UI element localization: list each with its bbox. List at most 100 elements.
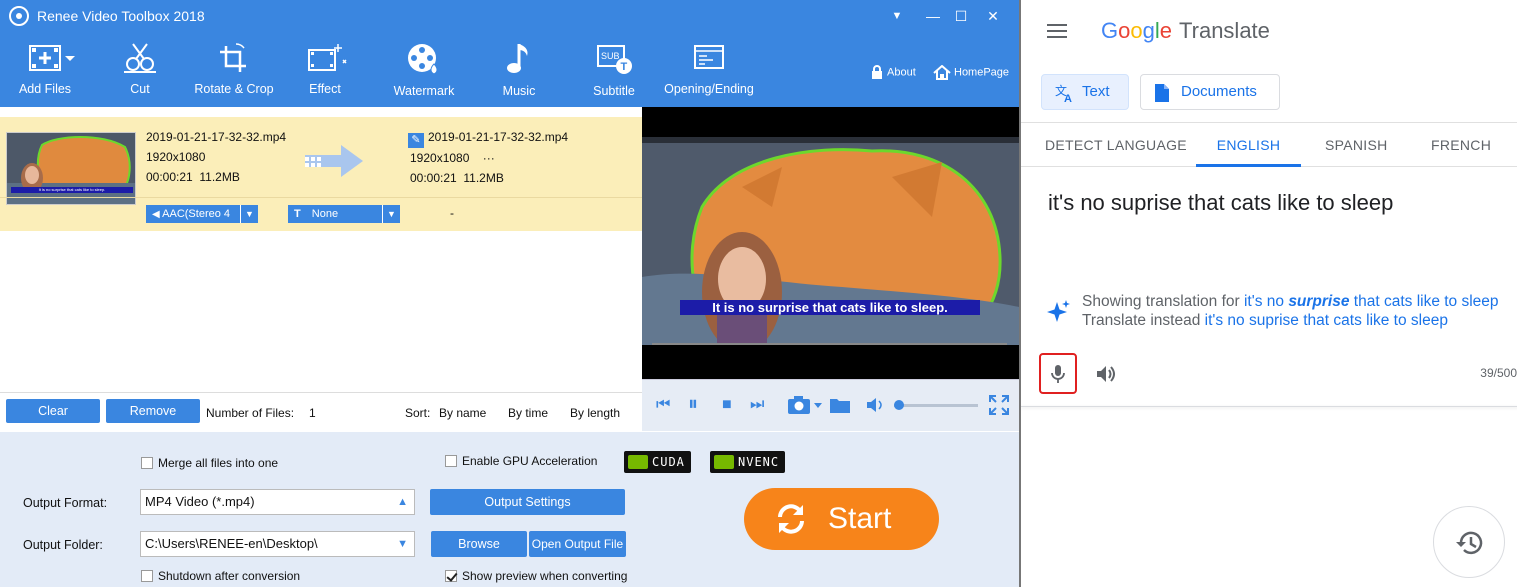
about-link[interactable]: About <box>870 65 916 80</box>
remove-button[interactable]: Remove <box>106 399 200 423</box>
homepage-label: HomePage <box>954 66 1010 79</box>
add-files-button[interactable]: Add Files <box>0 42 90 104</box>
history-icon <box>1456 531 1483 555</box>
homepage-link[interactable]: HomePage <box>933 64 1010 80</box>
minimize-button[interactable]: — <box>922 6 944 26</box>
wordmark-letter: o <box>1130 18 1143 43</box>
rotate-crop-button[interactable]: Rotate & Crop <box>189 42 279 104</box>
svg-text:A: A <box>1064 93 1072 103</box>
corrected-word: surprise <box>1288 293 1350 310</box>
volume-icon[interactable] <box>866 397 886 413</box>
output-settings-panel: Merge all files into one Enable GPU Acce… <box>0 432 1019 587</box>
file-list: It is no surprise that cats like to slee… <box>0 107 642 392</box>
stop-icon[interactable]: ■ <box>722 396 732 414</box>
original-text-link[interactable]: it's no suprise that cats like to sleep <box>1205 312 1448 329</box>
translate-instead-prefix: Translate instead <box>1082 312 1201 329</box>
volume-slider-handle[interactable] <box>894 400 904 410</box>
text-t-icon: T <box>294 208 301 220</box>
window-title: Renee Video Toolbox 2018 <box>37 8 205 24</box>
volume-slider[interactable] <box>894 400 978 410</box>
browse-button[interactable]: Browse <box>431 531 527 557</box>
merge-checkbox[interactable]: Merge all files into one <box>141 456 278 470</box>
sort-by-name[interactable]: By name <box>439 406 486 420</box>
folder-icon[interactable] <box>829 396 851 414</box>
output-resolution: 1920x1080 <box>410 151 470 165</box>
documents-mode-label: Documents <box>1181 83 1257 100</box>
microphone-button[interactable] <box>1039 353 1077 394</box>
close-button[interactable]: ✕ <box>982 6 1004 26</box>
history-button[interactable] <box>1433 506 1505 578</box>
about-label: About <box>887 66 916 79</box>
skip-forward-icon[interactable]: ⏭ <box>750 396 764 414</box>
chevron-down-icon: ▼ <box>382 205 400 223</box>
shutdown-label: Shutdown after conversion <box>158 569 301 583</box>
sort-label: Sort: <box>405 406 431 420</box>
tab-french[interactable]: FRENCH <box>1431 123 1491 167</box>
source-resolution: 1920x1080 <box>146 150 206 164</box>
skip-back-icon[interactable]: ⏮ <box>656 396 670 414</box>
tab-detect-language[interactable]: DETECT LANGUAGE <box>1045 123 1187 167</box>
nvidia-eye-icon <box>714 455 734 469</box>
output-format-select[interactable]: MP4 Video (*.mp4) ▲ <box>140 489 415 515</box>
opening-ending-button[interactable]: Opening/Ending <box>664 42 754 104</box>
source-duration: 00:00:21 <box>146 170 193 184</box>
translate-icon: 文 A <box>1055 83 1072 103</box>
checkbox-box <box>445 455 457 467</box>
tab-english[interactable]: ENGLISH <box>1196 123 1301 167</box>
output-settings-button[interactable]: Output Settings <box>430 489 625 515</box>
translate-instead-line: Translate instead it's no suprise that c… <box>1082 312 1448 330</box>
clear-button[interactable]: Clear <box>6 399 100 423</box>
effect-button[interactable]: Effect <box>280 42 370 104</box>
refresh-icon <box>778 504 804 534</box>
music-button[interactable]: Music <box>474 42 564 104</box>
text-mode-label: Text <box>1082 83 1110 100</box>
maximize-button[interactable]: ☐ <box>950 6 972 26</box>
cut-button[interactable]: Cut <box>95 42 185 104</box>
camera-icon[interactable] <box>787 395 823 415</box>
output-more-options[interactable]: ··· <box>483 151 495 165</box>
music-note-icon <box>507 44 528 73</box>
shutdown-checkbox[interactable]: Shutdown after conversion <box>141 569 300 583</box>
home-icon <box>933 64 951 80</box>
merge-label: Merge all files into one <box>158 456 279 470</box>
sort-by-length[interactable]: By length <box>570 406 620 420</box>
microphone-icon <box>1051 365 1065 383</box>
watermark-button[interactable]: Watermark <box>379 42 469 104</box>
start-label: Start <box>828 502 892 535</box>
list-controls: Clear Remove Number of Files: 1 Sort: By… <box>0 392 642 432</box>
sort-by-time[interactable]: By time <box>508 406 548 420</box>
preview-frame <box>642 107 1019 379</box>
google-translate-logo[interactable]: Google Translate <box>1101 18 1270 44</box>
source-text-input[interactable]: it's no suprise that cats like to sleep <box>1048 190 1393 216</box>
output-folder-select[interactable]: C:\Users\RENEE-en\Desktop\ ▼ <box>140 531 415 557</box>
subtitle-button[interactable]: SUB T Subtitle <box>569 42 659 104</box>
documents-mode-button[interactable]: Documents <box>1140 74 1280 110</box>
cuda-badge: CUDA <box>624 451 691 473</box>
show-preview-checkbox[interactable]: Show preview when converting <box>445 569 627 583</box>
tab-spanish[interactable]: SPANISH <box>1325 123 1388 167</box>
start-button[interactable]: Start <box>744 488 939 550</box>
film-reel-icon <box>408 44 438 75</box>
cuda-label: CUDA <box>652 455 685 469</box>
fullscreen-icon[interactable] <box>989 395 1009 415</box>
text-mode-button[interactable]: 文 A Text <box>1041 74 1129 110</box>
input-divider <box>1021 406 1517 407</box>
open-output-file-button[interactable]: Open Output File <box>529 531 626 557</box>
nvidia-eye-icon <box>628 455 648 469</box>
gpu-checkbox[interactable]: Enable GPU Acceleration <box>445 454 597 468</box>
hamburger-menu-icon[interactable] <box>1047 24 1067 38</box>
toolbar: Add Files Cut Rotate & Crop Effect Water… <box>0 32 1019 107</box>
checkbox-box <box>141 457 153 469</box>
effect-label: Effect <box>309 82 341 96</box>
app-logo-icon <box>9 6 29 26</box>
file-row[interactable]: It is no surprise that cats like to slee… <box>0 117 642 231</box>
corrected-text-link[interactable]: it's no surprise that cats like to sleep <box>1244 293 1499 310</box>
menu-dropdown-icon[interactable]: ▼ <box>886 6 908 26</box>
subtitle-track-select[interactable]: T None ▼ <box>288 205 400 223</box>
source-size: 11.2MB <box>199 170 240 184</box>
edit-output-name-icon[interactable]: ✎ <box>408 133 424 148</box>
listen-speaker-icon[interactable] <box>1095 364 1117 384</box>
audio-track-select[interactable]: ◀ AAC(Stereo 4 ▼ <box>146 205 258 223</box>
chevron-down-icon: ▼ <box>240 205 258 223</box>
pause-icon[interactable]: ⏸ <box>688 393 698 416</box>
